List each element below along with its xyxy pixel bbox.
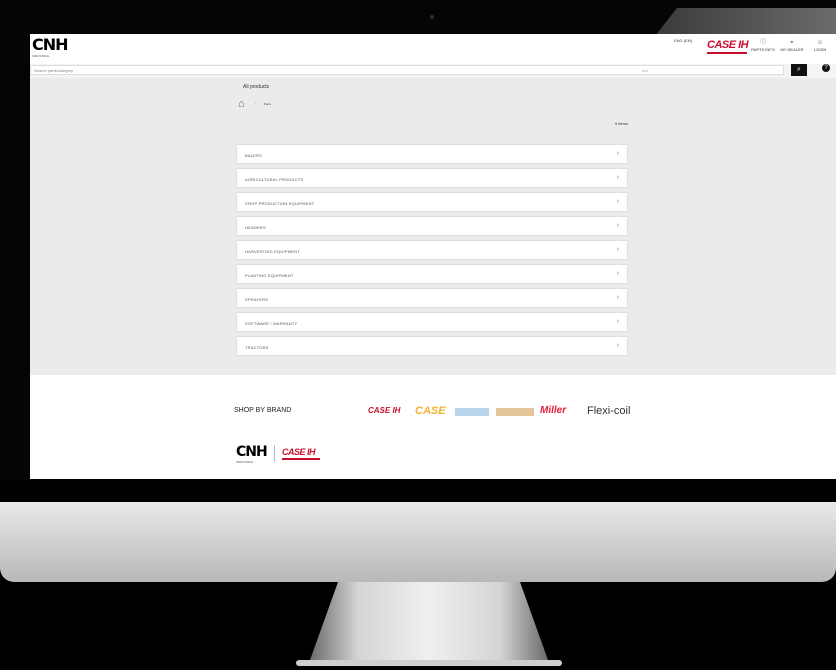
browser-screen: CNH INDUSTRIAL ENG (EN) CASE IH ⓘ PARTS …: [30, 34, 836, 479]
category-row-software[interactable]: SOFTWARE / WARRANTY ›: [236, 312, 628, 332]
footer: SHOP BY BRAND CASE IH CASE Miller Flexi-…: [30, 375, 836, 479]
category-row-headers[interactable]: HEADERS ›: [236, 216, 628, 236]
nav-parts-info[interactable]: ⓘ PARTS INFO: [750, 40, 776, 52]
page-title: All products: [243, 84, 270, 90]
chevron-right-icon: ›: [616, 150, 619, 157]
category-label: SPRAYERS: [245, 297, 269, 302]
camera-dot: [430, 15, 434, 19]
footer-cnh-logo: CNH: [236, 444, 268, 460]
cnh-logo-subtitle: INDUSTRIAL: [32, 54, 50, 58]
bezel-glare: [655, 8, 836, 36]
category-row-planting[interactable]: PLANTING EQUIPMENT ›: [236, 264, 628, 284]
cnh-logo[interactable]: CNH: [32, 37, 69, 53]
search-input[interactable]: Search parts/category: [30, 65, 784, 75]
brand-logo-miller[interactable]: Miller: [540, 405, 566, 417]
case-ih-logo-underline: [707, 52, 747, 54]
category-row-crop-production[interactable]: CROP PRODUCTION EQUIPMENT ›: [236, 192, 628, 212]
chevron-right-icon: ›: [616, 294, 619, 301]
items-count: 9 Items: [614, 121, 628, 126]
search-scope[interactable]: ALL: [642, 68, 649, 73]
search-icon: ⌕: [797, 66, 801, 73]
category-row-balers[interactable]: BALERS ›: [236, 144, 628, 164]
category-label: PLANTING EQUIPMENT: [245, 273, 294, 278]
pin-icon: ⌖: [790, 40, 794, 46]
nav-login[interactable]: ☺ LOGIN: [807, 40, 833, 52]
category-label: BALERS: [245, 153, 262, 158]
category-row-harvesting[interactable]: HARVESTING EQUIPMENT ›: [236, 240, 628, 260]
footer-logo-divider: [274, 445, 275, 462]
case-ih-logo-text: CASE IH: [707, 39, 749, 51]
category-label: HEADERS: [245, 225, 266, 230]
nav-my-dealer[interactable]: ⌖ MY DEALER: [779, 40, 805, 52]
category-label: HARVESTING EQUIPMENT: [245, 249, 300, 254]
brand-logo-case[interactable]: CASE: [415, 405, 446, 417]
category-label: TRACTORS: [245, 345, 269, 350]
language-selector[interactable]: ENG (EN): [674, 38, 692, 43]
chevron-right-icon: ›: [616, 198, 619, 205]
shop-by-brand-heading: SHOP BY BRAND: [234, 407, 292, 414]
brand-logo-blue[interactable]: [455, 408, 489, 416]
brand-logo-tan[interactable]: [496, 408, 534, 416]
monitor-chin: [0, 502, 836, 582]
chevron-right-icon: ›: [616, 270, 619, 277]
category-row-agricultural[interactable]: AGRICULTURAL PRODUCTS ›: [236, 168, 628, 188]
chevron-right-icon: ›: [616, 222, 619, 229]
user-icon: ☺: [816, 40, 824, 46]
top-header: CNH INDUSTRIAL ENG (EN) CASE IH ⓘ PARTS …: [30, 34, 836, 64]
category-row-sprayers[interactable]: SPRAYERS ›: [236, 288, 628, 308]
nav-my-dealer-label: MY DEALER: [780, 47, 804, 52]
category-label: AGRICULTURAL PRODUCTS: [245, 177, 304, 182]
case-ih-logo[interactable]: CASE IH: [707, 39, 749, 54]
monitor-stand: [296, 582, 562, 666]
help-icon[interactable]: ?: [822, 64, 830, 72]
nav-login-label: LOGIN: [813, 47, 827, 52]
brand-logo-flexi-coil[interactable]: Flexi-coil: [587, 405, 630, 417]
info-icon: ⓘ: [759, 40, 766, 46]
nav-parts-info-label: PARTS INFO: [751, 47, 775, 52]
footer-case-ih-logo: CASE IH: [282, 447, 326, 461]
chevron-right-icon: ›: [616, 318, 619, 325]
home-icon[interactable]: ⌂: [238, 98, 245, 110]
category-label: SOFTWARE / WARRANTY: [245, 321, 298, 326]
brand-logo-case-ih[interactable]: CASE IH: [368, 405, 400, 417]
chevron-right-icon: ›: [616, 342, 619, 349]
category-label: CROP PRODUCTION EQUIPMENT: [245, 201, 315, 206]
chevron-right-icon: ›: [616, 246, 619, 253]
footer-case-ih-logo-text: CASE IH: [282, 447, 316, 457]
footer-cnh-logo-subtitle: INDUSTRIAL: [236, 460, 254, 464]
chevron-right-icon: ›: [616, 174, 619, 181]
breadcrumb-separator: ›: [255, 101, 257, 106]
breadcrumb-current: Parts: [264, 102, 272, 106]
footer-case-ih-underline: [282, 458, 320, 460]
category-row-tractors[interactable]: TRACTORS ›: [236, 336, 628, 356]
search-button[interactable]: ⌕: [791, 64, 807, 76]
